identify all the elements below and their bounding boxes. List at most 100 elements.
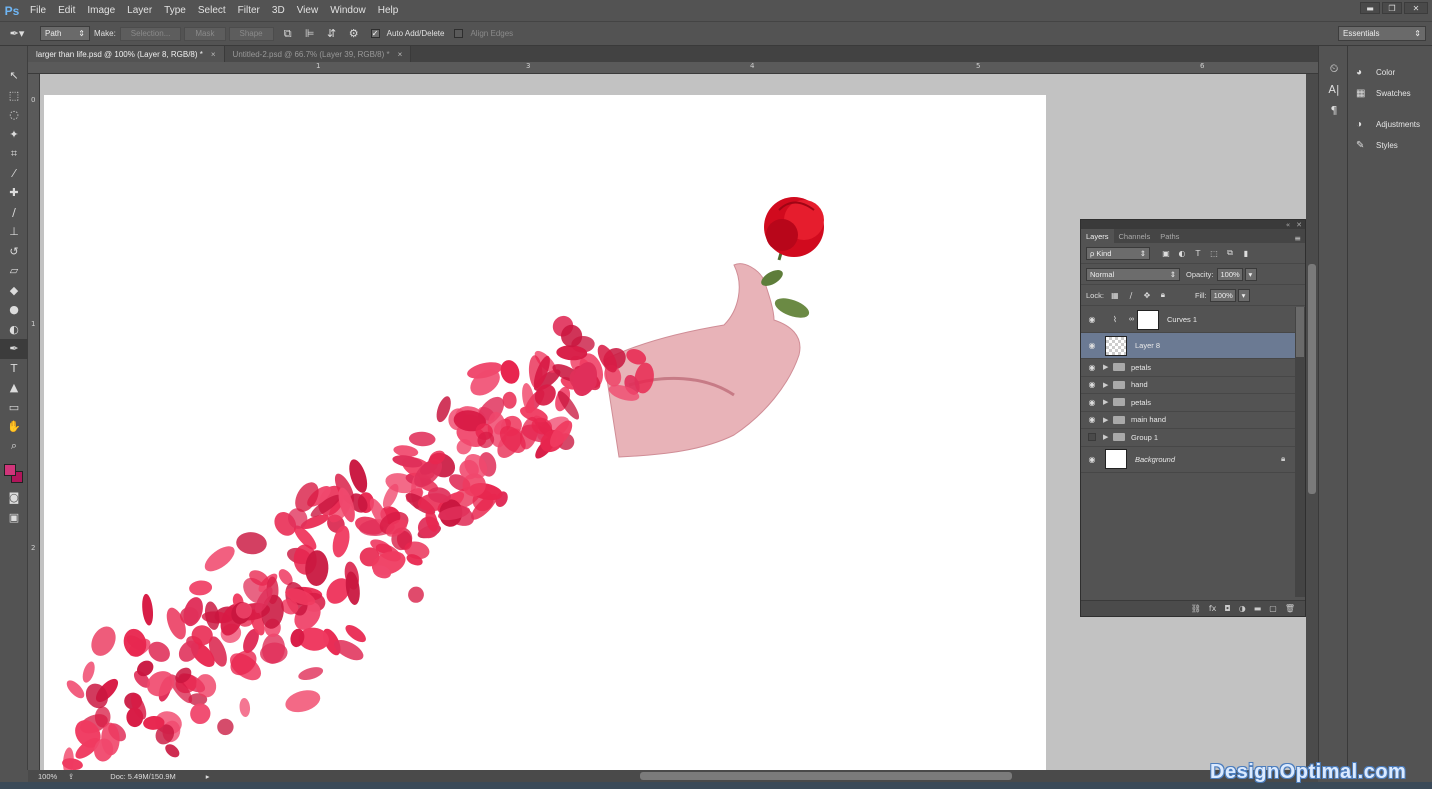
expand-arrow-icon[interactable]: ▶: [1103, 433, 1113, 441]
eye-icon[interactable]: ◉: [1081, 380, 1103, 389]
path-arrangement-icon[interactable]: ⇵: [321, 25, 343, 43]
eye-icon[interactable]: ◉: [1081, 398, 1103, 407]
magic-wand-icon[interactable]: ✦: [0, 125, 28, 145]
path-operations-icon[interactable]: ⧉: [277, 25, 299, 43]
make-selection-button[interactable]: Selection...: [119, 26, 182, 41]
menu-layer[interactable]: Layer: [121, 5, 158, 16]
tab-layers[interactable]: Layers: [1081, 229, 1114, 243]
close-icon[interactable]: ×: [211, 50, 216, 59]
paint-bucket-icon[interactable]: ◆: [0, 281, 28, 301]
move-tool-icon[interactable]: ↖: [0, 66, 28, 86]
dodge-tool-icon[interactable]: ◐: [0, 320, 28, 340]
adjustment-filter-icon[interactable]: ◐: [1174, 249, 1190, 258]
make-mask-button[interactable]: Mask: [184, 26, 226, 41]
auto-add-delete-checkbox[interactable]: ✓: [370, 29, 380, 38]
character-icon[interactable]: A|: [1319, 79, 1349, 100]
filter-kind-select[interactable]: ρ Kind ⇕: [1086, 246, 1150, 260]
new-adjustment-icon[interactable]: ◑: [1239, 604, 1246, 613]
menu-file[interactable]: File: [24, 5, 52, 16]
eye-icon[interactable]: ◉: [1081, 415, 1103, 424]
filter-toggle-icon[interactable]: ▮: [1238, 249, 1254, 258]
menu-view[interactable]: View: [291, 5, 325, 16]
pen-mode-select[interactable]: Path ⇕: [40, 26, 90, 41]
close-window-button[interactable]: ✕: [1404, 2, 1428, 14]
clone-stamp-icon[interactable]: ⊥: [0, 222, 28, 242]
pen-tool-icon[interactable]: ✒: [0, 339, 28, 359]
eye-icon[interactable]: ◉: [1081, 341, 1103, 350]
paragraph-icon[interactable]: ¶: [1319, 100, 1349, 121]
eye-icon[interactable]: ◉: [1081, 363, 1103, 372]
menu-3d[interactable]: 3D: [266, 5, 291, 16]
rectangle-tool-icon[interactable]: ▭: [0, 398, 28, 418]
layer-row-main-hand[interactable]: ◉ ▶ main hand: [1081, 412, 1297, 429]
eraser-icon[interactable]: ▱: [0, 261, 28, 281]
layer-row-layer-8[interactable]: ◉ Layer 8: [1081, 333, 1297, 359]
new-layer-icon[interactable]: ▢: [1269, 604, 1277, 613]
layer-row-petals[interactable]: ◉ ▶ petals: [1081, 394, 1297, 412]
lock-all-icon[interactable]: 🔒︎: [1155, 290, 1171, 300]
history-brush-icon[interactable]: ↺: [0, 242, 28, 262]
menu-type[interactable]: Type: [158, 5, 192, 16]
layers-scrollbar[interactable]: [1295, 307, 1305, 597]
menu-edit[interactable]: Edit: [52, 5, 81, 16]
marquee-tool-icon[interactable]: ⬚: [0, 86, 28, 106]
make-shape-button[interactable]: Shape: [228, 26, 274, 41]
dock-item-adjustments[interactable]: ◑ Adjustments: [1348, 114, 1432, 135]
close-icon[interactable]: ✕: [1296, 221, 1302, 229]
panel-titlebar[interactable]: « ✕: [1081, 220, 1305, 229]
minimize-button[interactable]: ▬: [1360, 2, 1380, 14]
layer-row-background[interactable]: ◉ Background 🔒︎: [1081, 447, 1297, 473]
path-alignment-icon[interactable]: ⊫: [299, 25, 321, 43]
document-canvas[interactable]: [44, 95, 1046, 770]
smart-object-filter-icon[interactable]: ⧉: [1222, 248, 1238, 258]
healing-brush-icon[interactable]: ✚: [0, 183, 28, 203]
lock-pixels-icon[interactable]: ∕: [1123, 291, 1139, 300]
shape-filter-icon[interactable]: ⬚: [1206, 249, 1222, 258]
vertical-scrollbar[interactable]: [1306, 74, 1318, 770]
layer-row-curves-1[interactable]: ◉ ⌇ ∞ Curves 1: [1081, 307, 1297, 333]
type-filter-icon[interactable]: T: [1190, 249, 1206, 258]
eye-icon[interactable]: ◉: [1081, 315, 1103, 324]
opacity-input[interactable]: 100%: [1216, 267, 1243, 281]
export-icon[interactable]: ⇪: [68, 772, 74, 781]
visibility-toggle-off[interactable]: [1088, 433, 1096, 442]
tab-paths[interactable]: Paths: [1155, 229, 1184, 243]
restore-button[interactable]: ❐: [1382, 2, 1402, 14]
eye-icon[interactable]: ◉: [1081, 455, 1103, 464]
crop-tool-icon[interactable]: ⌗: [0, 144, 28, 164]
hand-tool-icon[interactable]: ✋: [0, 417, 28, 437]
layer-row-petals[interactable]: ◉ ▶ petals: [1081, 359, 1297, 377]
link-layers-icon[interactable]: ⛓: [1191, 604, 1201, 613]
quick-mask-icon[interactable]: ◙: [0, 488, 28, 508]
chevron-down-icon[interactable]: ▾: [1244, 267, 1257, 281]
type-tool-icon[interactable]: T: [0, 359, 28, 379]
status-menu-icon[interactable]: ▸: [206, 772, 210, 781]
workspace-select[interactable]: Essentials ⇕: [1338, 26, 1426, 41]
eyedropper-icon[interactable]: ⁄: [0, 164, 28, 184]
collapse-icon[interactable]: «: [1286, 221, 1290, 229]
tab-channels[interactable]: Channels: [1114, 229, 1156, 243]
close-icon[interactable]: ×: [398, 50, 403, 59]
expand-arrow-icon[interactable]: ▶: [1103, 381, 1113, 389]
new-group-icon[interactable]: ▬: [1254, 604, 1262, 613]
menu-image[interactable]: Image: [81, 5, 121, 16]
layer-row-group-1[interactable]: ▶ Group 1: [1081, 429, 1297, 447]
dock-item-color[interactable]: ◕ Color: [1348, 62, 1432, 83]
pixel-filter-icon[interactable]: ▣: [1158, 249, 1174, 258]
dock-item-styles[interactable]: ✎ Styles: [1348, 135, 1432, 156]
dock-item-swatches[interactable]: ▦ Swatches: [1348, 83, 1432, 104]
lock-transparency-icon[interactable]: ▦: [1107, 291, 1123, 300]
blur-tool-icon[interactable]: ●: [0, 300, 28, 320]
layers-scroll-thumb[interactable]: [1296, 307, 1304, 357]
blend-mode-select[interactable]: Normal ⇕: [1086, 267, 1180, 281]
menu-filter[interactable]: Filter: [232, 5, 266, 16]
doc-tab-larger-than-life[interactable]: larger than life.psd @ 100% (Layer 8, RG…: [28, 46, 225, 62]
menu-window[interactable]: Window: [324, 5, 372, 16]
panel-menu-icon[interactable]: ≡: [1294, 234, 1305, 243]
chevron-down-icon[interactable]: ▾: [1237, 288, 1250, 302]
align-edges-checkbox[interactable]: [454, 29, 464, 38]
brush-tool-icon[interactable]: ∕: [0, 203, 28, 223]
foreground-color-swatch[interactable]: [4, 464, 16, 476]
fx-icon[interactable]: fx: [1209, 604, 1217, 613]
pen-tool-preset-icon[interactable]: ✒▾: [0, 25, 34, 43]
